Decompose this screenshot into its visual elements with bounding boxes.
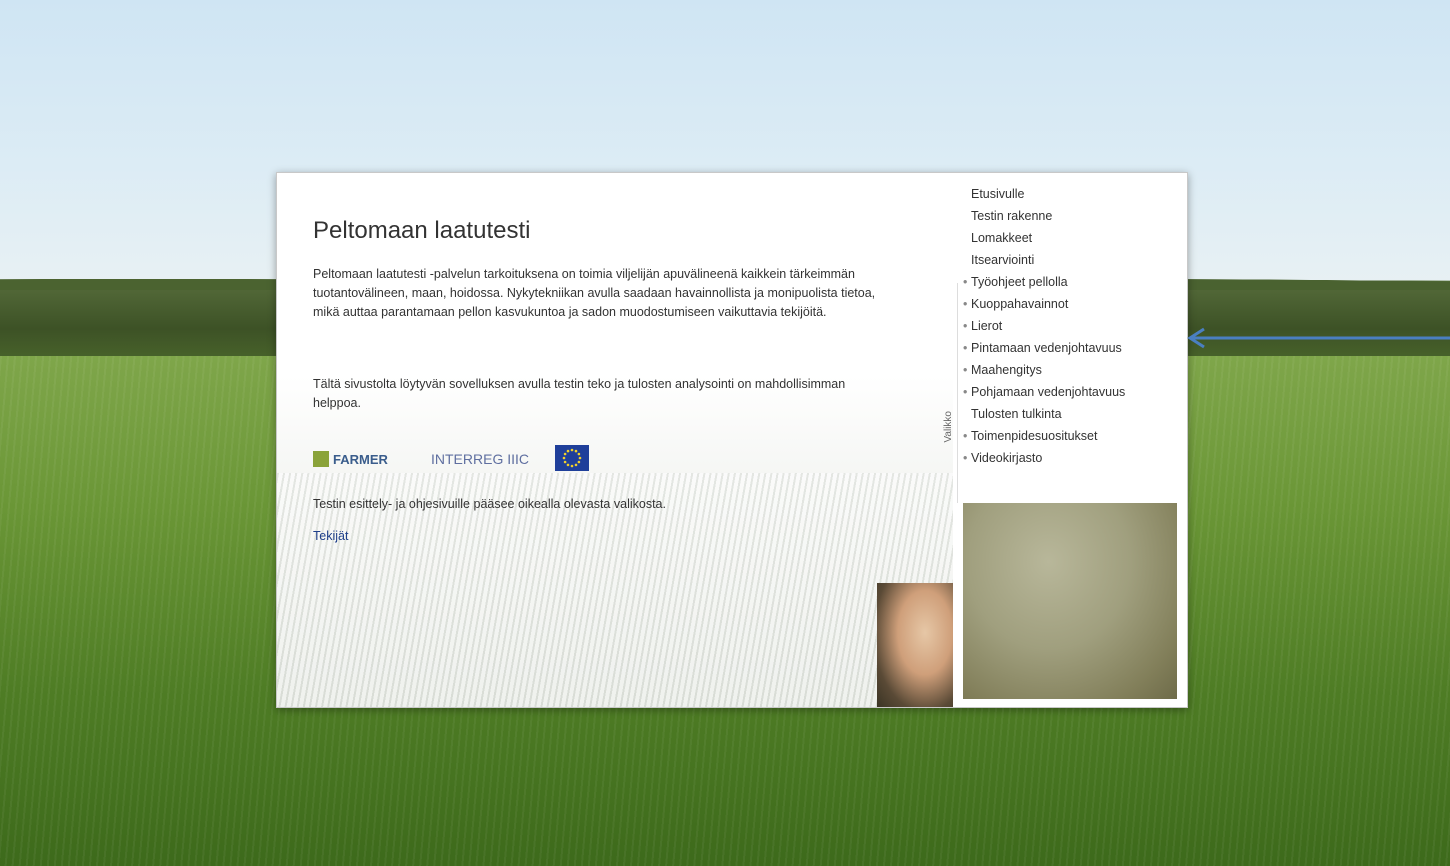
menu-item-label: Testin rakenne <box>971 209 1053 223</box>
menu-item-itsearviointi[interactable]: Itsearviointi <box>963 249 1183 271</box>
menu-tab-label[interactable]: Valikko <box>943 411 961 443</box>
menu-item-kuoppahavainnot[interactable]: • Kuoppahavainnot <box>963 293 1183 315</box>
menu-bullet-icon: • <box>963 275 968 289</box>
usage-text: Tältä sivustolta löytyvän sovelluksen av… <box>313 377 846 410</box>
menu-item-maahengitys[interactable]: • Maahengitys <box>963 359 1183 381</box>
menu-item-label: Kuoppahavainnot <box>971 297 1069 311</box>
menu-item-label: Videokirjasto <box>971 451 1043 465</box>
menu-item-label: Toimenpidesuositukset <box>971 429 1098 443</box>
partner-logos: FARMER INTERREG IIIC <box>313 443 613 477</box>
menu-bullet-icon: • <box>963 297 968 311</box>
authors-link[interactable]: Tekijät <box>313 529 348 543</box>
annotation-arrow <box>1187 327 1450 349</box>
menu-item-label: Etusivulle <box>971 187 1025 201</box>
menu-item-label: Työohjeet pellolla <box>971 275 1068 289</box>
menu-divider <box>957 283 958 503</box>
menu-item-videokirjasto[interactable]: • Videokirjasto <box>963 447 1183 469</box>
menu-item-label: Tulosten tulkinta <box>971 407 1062 421</box>
menu-item-tulosten-tulkinta[interactable]: Tulosten tulkinta <box>963 403 1183 425</box>
farmer-logo-text: FARMER <box>333 452 388 467</box>
farmer-logo: FARMER <box>313 451 388 467</box>
menu-item-lomakkeet[interactable]: Lomakkeet <box>963 227 1183 249</box>
menu-bullet-icon: • <box>963 363 968 377</box>
intro-text: Peltomaan laatutesti -palvelun tarkoituk… <box>313 267 876 319</box>
menu-item-label: Pintamaan vedenjohtavuus <box>971 341 1122 355</box>
menu-bullet-icon: • <box>963 451 968 465</box>
soil-in-hand-image <box>877 583 953 707</box>
menu-item-lierot[interactable]: • Lierot <box>963 315 1183 337</box>
menu-item-pohjamaan-vedenjohtavuus[interactable]: • Pohjamaan vedenjohtavuus <box>963 381 1183 403</box>
menu-item-testin-rakenne[interactable]: Testin rakenne <box>963 205 1183 227</box>
menu-item-työohjeet-pellolla[interactable]: • Työohjeet pellolla <box>963 271 1183 293</box>
menu-bullet-icon: • <box>963 385 968 399</box>
menu-item-label: Itsearviointi <box>971 253 1035 267</box>
menu-item-label: Maahengitys <box>971 363 1042 377</box>
menu-bullet-icon: • <box>963 429 968 443</box>
menu-item-toimenpidesuositukset[interactable]: • Toimenpidesuositukset <box>963 425 1183 447</box>
eu-flag-icon <box>555 445 589 471</box>
menu-bullet-icon: • <box>963 319 968 333</box>
main-content: Peltomaan laatutesti Peltomaan laatutest… <box>277 173 953 707</box>
app-window: Peltomaan laatutesti Peltomaan laatutest… <box>276 172 1188 708</box>
farmer-logo-icon <box>313 451 329 467</box>
soil-photo-thumbnail <box>963 503 1177 699</box>
navigation-hint: Testin esittely- ja ohjesivuille pääsee … <box>313 497 666 511</box>
side-menu: Etusivulle Testin rakenne Lomakkeet Itsearv… <box>963 183 1183 469</box>
menu-item-label: Pohjamaan vedenjohtavuus <box>971 385 1126 399</box>
interreg-logo: INTERREG IIIC <box>431 451 530 467</box>
menu-item-label: Lomakkeet <box>971 231 1033 245</box>
menu-item-pintamaan-vedenjohtavuus[interactable]: • Pintamaan vedenjohtavuus <box>963 337 1183 359</box>
menu-item-label: Lierot <box>971 319 1003 333</box>
menu-item-etusivulle[interactable]: Etusivulle <box>963 183 1183 205</box>
menu-bullet-icon: • <box>963 341 968 355</box>
page-title: Peltomaan laatutesti <box>313 217 531 244</box>
